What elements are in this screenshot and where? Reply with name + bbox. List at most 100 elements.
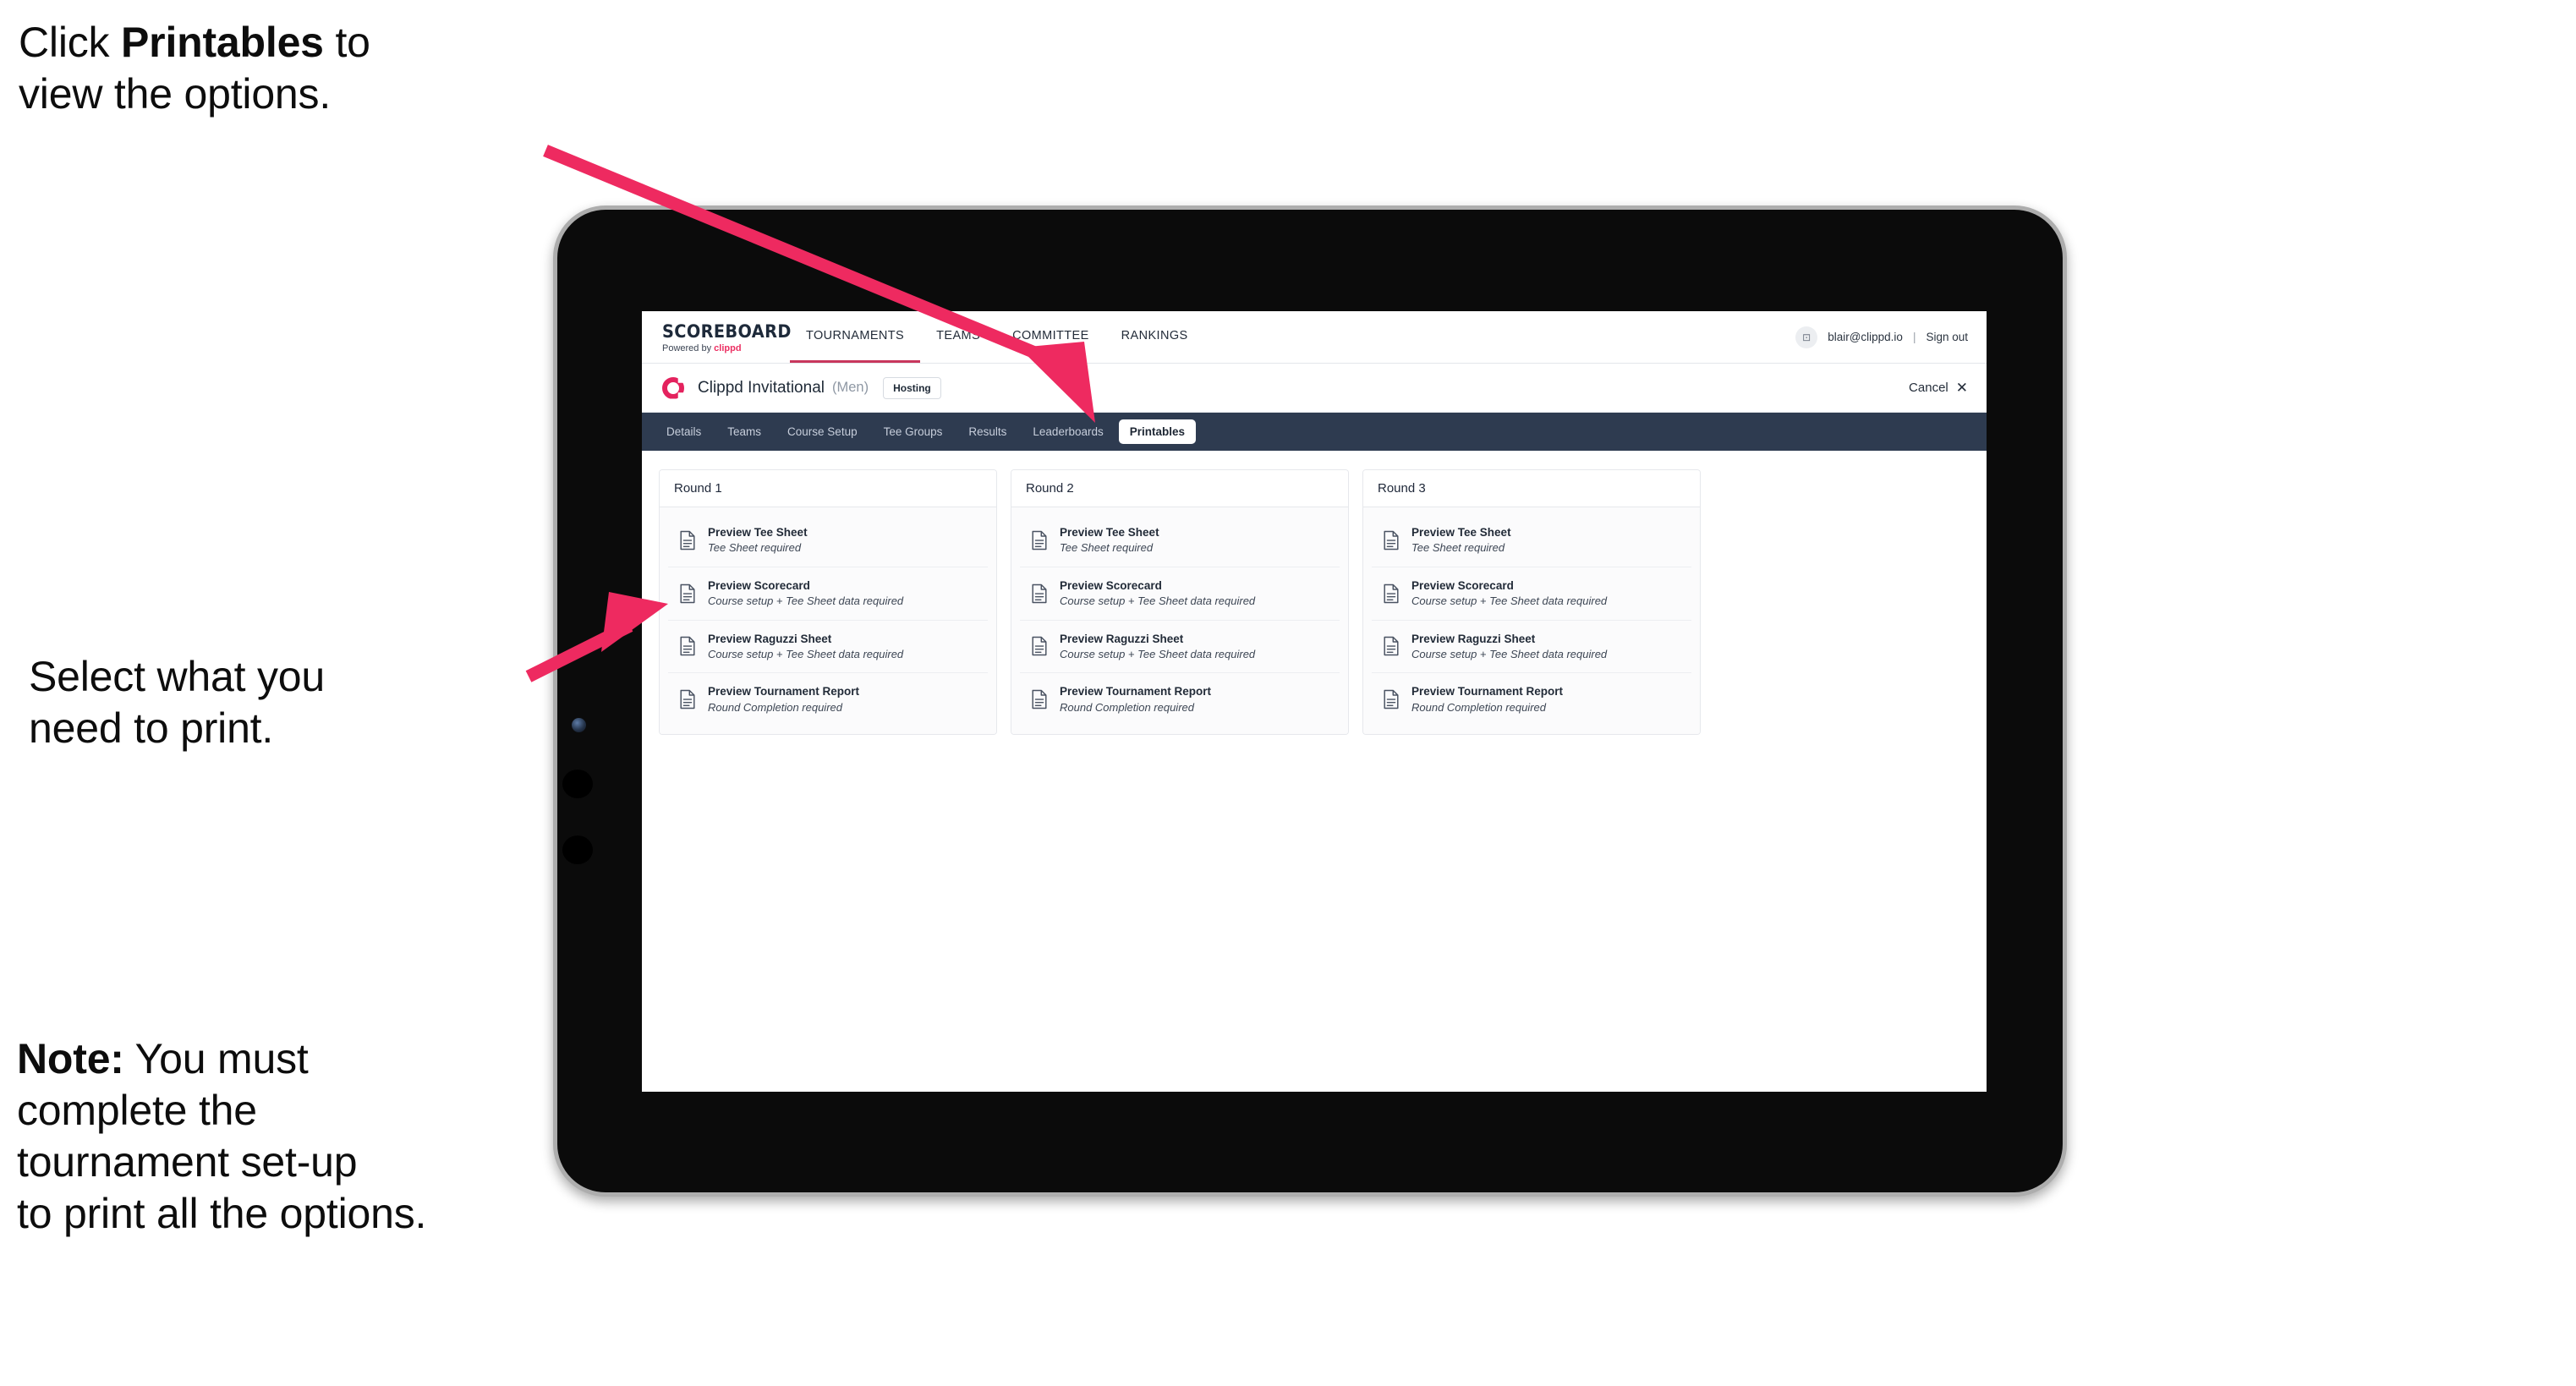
document-icon [680, 637, 695, 656]
document-icon [1032, 689, 1047, 709]
browser-viewport: SCOREBOARD Powered by clippd TOURNAMENTS… [642, 311, 1987, 1092]
brand-clippd: clippd [714, 342, 742, 353]
printable-subtitle: Tee Sheet required [1060, 541, 1154, 555]
document-icon [1032, 530, 1047, 551]
close-icon: ✕ [1955, 380, 1968, 396]
sign-out-link[interactable]: Sign out [1926, 331, 1968, 343]
round-title: Round 1 [660, 470, 996, 507]
printable-subtitle: Course setup + Tee Sheet data required [708, 647, 904, 660]
printable-item[interactable]: Preview Raguzzi Sheet Course setup + Tee… [668, 621, 988, 674]
tablet-device: SCOREBOARD Powered by clippd TOURNAMENTS… [553, 205, 2067, 1197]
tab-details[interactable]: Details [655, 419, 712, 444]
cancel-label: Cancel [1909, 381, 1948, 395]
tab-printables[interactable]: Printables [1118, 419, 1197, 444]
round-title: Round 3 [1363, 470, 1700, 507]
annotation-note-bold: Note: [17, 1035, 124, 1082]
printable-title: Preview Tee Sheet [1411, 526, 1511, 539]
printable-title: Preview Scorecard [708, 578, 810, 592]
round-column-2: Round 2 Preview Tee Sheet Tee Sheet requ… [1011, 469, 1349, 736]
annotation-select-what-to-print: Select what you need to print. [29, 653, 325, 752]
printable-item[interactable]: Preview Raguzzi Sheet Course setup + Tee… [1372, 621, 1691, 674]
printable-subtitle: Course setup + Tee Sheet data required [1411, 647, 1608, 660]
printables-content: Round 1 Preview Tee Sheet Tee Sheet requ… [642, 451, 1987, 754]
cancel-button[interactable]: Cancel ✕ [1909, 381, 1968, 395]
printable-subtitle: Round Completion required [1411, 700, 1546, 714]
round-item-list: Preview Tee Sheet Tee Sheet required Pre… [660, 507, 996, 735]
printable-subtitle: Tee Sheet required [708, 541, 802, 555]
document-icon [1384, 637, 1399, 656]
section-tab-strip: Details Teams Course Setup Tee Groups Re… [642, 413, 1987, 451]
device-side-button-2[interactable] [562, 835, 593, 864]
tab-tee-groups[interactable]: Tee Groups [873, 419, 954, 444]
printable-subtitle: Course setup + Tee Sheet data required [1060, 594, 1256, 607]
document-icon [1384, 583, 1399, 603]
avatar[interactable]: ⊡ [1795, 326, 1818, 348]
annotation-top-prefix: Click [19, 19, 122, 66]
hosting-badge: Hosting [883, 376, 941, 399]
printable-title: Preview Tee Sheet [708, 526, 808, 539]
printable-title: Preview Tournament Report [1060, 685, 1212, 698]
printable-subtitle: Tee Sheet required [1411, 541, 1505, 555]
brand-title: SCOREBOARD [662, 320, 792, 342]
nav-item-tournaments[interactable]: TOURNAMENTS [790, 311, 921, 363]
app-top-bar: SCOREBOARD Powered by clippd TOURNAMENTS… [642, 311, 1987, 364]
round-column-1: Round 1 Preview Tee Sheet Tee Sheet requ… [659, 469, 997, 736]
printable-title: Preview Raguzzi Sheet [708, 632, 832, 645]
printable-item[interactable]: Preview Scorecard Course setup + Tee She… [668, 567, 988, 621]
printable-title: Preview Tournament Report [708, 685, 860, 698]
camera-lens-icon [572, 718, 586, 732]
round-column-3: Round 3 Preview Tee Sheet Tee Sheet requ… [1362, 469, 1701, 736]
tournament-name: Clippd Invitational [698, 378, 825, 397]
round-item-list: Preview Tee Sheet Tee Sheet required Pre… [1363, 507, 1700, 735]
printable-item[interactable]: Preview Tee Sheet Tee Sheet required [668, 514, 988, 567]
printable-title: Preview Scorecard [1060, 578, 1162, 592]
main-navigation: TOURNAMENTS TEAMS COMMITTEE RANKINGS [790, 311, 1204, 363]
annotation-click-printables: Click Printables to view the options. [19, 17, 577, 120]
nav-item-rankings[interactable]: RANKINGS [1105, 311, 1204, 363]
account-separator: | [1912, 331, 1916, 343]
document-icon [680, 689, 695, 709]
printable-subtitle: Round Completion required [1060, 700, 1194, 714]
printable-item[interactable]: Preview Tournament Report Round Completi… [1372, 673, 1691, 726]
document-icon [1384, 689, 1399, 709]
printable-item[interactable]: Preview Raguzzi Sheet Course setup + Tee… [1020, 621, 1340, 674]
printable-title: Preview Raguzzi Sheet [1411, 632, 1536, 645]
tab-leaderboards[interactable]: Leaderboards [1022, 419, 1114, 444]
tab-teams[interactable]: Teams [716, 419, 772, 444]
printable-subtitle: Course setup + Tee Sheet data required [1060, 647, 1256, 660]
document-icon [680, 583, 695, 603]
brand-powered-prefix: Powered by [662, 342, 715, 353]
printable-item[interactable]: Preview Scorecard Course setup + Tee She… [1372, 567, 1691, 621]
printable-subtitle: Course setup + Tee Sheet data required [1411, 594, 1608, 607]
document-icon [1384, 530, 1399, 551]
account-area: ⊡ blair@clippd.io | Sign out [1795, 311, 1987, 363]
printable-title: Preview Tee Sheet [1060, 526, 1159, 539]
account-email: blair@clippd.io [1828, 331, 1903, 343]
tab-course-setup[interactable]: Course Setup [776, 419, 869, 444]
brand-subtitle: Powered by clippd [662, 343, 775, 353]
printable-item[interactable]: Preview Tournament Report Round Completi… [668, 673, 988, 726]
tournament-header-bar: Clippd Invitational (Men) Hosting Cancel… [642, 364, 1987, 413]
printable-title: Preview Raguzzi Sheet [1060, 632, 1184, 645]
printable-title: Preview Tournament Report [1411, 685, 1564, 698]
document-icon [1032, 637, 1047, 656]
clippd-c-logo-icon [660, 375, 686, 401]
printable-subtitle: Course setup + Tee Sheet data required [708, 594, 904, 607]
printable-subtitle: Round Completion required [708, 700, 842, 714]
tournament-gender: (Men) [831, 380, 869, 395]
device-side-button-1[interactable] [562, 770, 593, 798]
printable-item[interactable]: Preview Tee Sheet Tee Sheet required [1020, 514, 1340, 567]
printable-item[interactable]: Preview Tournament Report Round Completi… [1020, 673, 1340, 726]
round-title: Round 2 [1011, 470, 1348, 507]
printable-item[interactable]: Preview Tee Sheet Tee Sheet required [1372, 514, 1691, 567]
tab-results[interactable]: Results [957, 419, 1017, 444]
document-icon [680, 530, 695, 551]
printable-item[interactable]: Preview Scorecard Course setup + Tee She… [1020, 567, 1340, 621]
nav-item-teams[interactable]: TEAMS [920, 311, 996, 363]
nav-item-committee[interactable]: COMMITTEE [996, 311, 1105, 363]
printable-title: Preview Scorecard [1411, 578, 1514, 592]
round-item-list: Preview Tee Sheet Tee Sheet required Pre… [1011, 507, 1348, 735]
scoreboard-logo[interactable]: SCOREBOARD Powered by clippd [642, 311, 792, 363]
annotation-top-bold: Printables [121, 19, 324, 66]
document-icon [1032, 583, 1047, 603]
